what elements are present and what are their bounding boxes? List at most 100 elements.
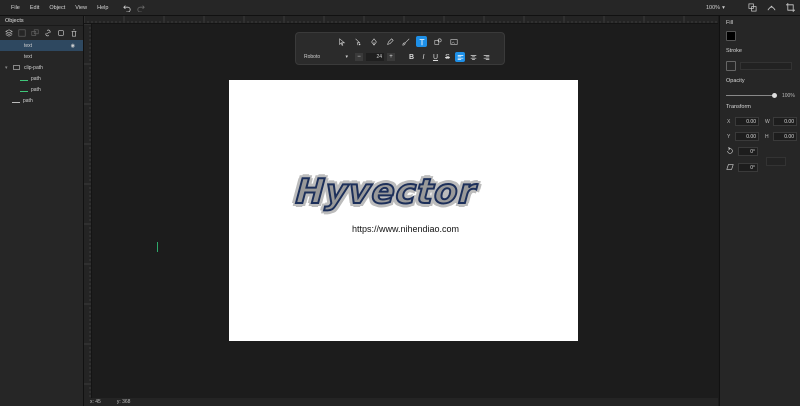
menu-object[interactable]: Object bbox=[44, 0, 70, 16]
stroke-color-swatch[interactable] bbox=[726, 61, 736, 71]
crop-icon[interactable] bbox=[786, 3, 795, 12]
text-tool[interactable] bbox=[416, 36, 427, 47]
chevron-down-icon: ▾ bbox=[345, 54, 348, 60]
w-label: W bbox=[765, 119, 770, 125]
url-text[interactable]: https://www.nihendiao.com bbox=[352, 224, 459, 234]
layer-row[interactable]: text ◉ bbox=[0, 40, 83, 51]
layer-label: path bbox=[23, 97, 33, 104]
x-label: X bbox=[727, 119, 731, 125]
path-icon bbox=[20, 88, 28, 92]
node-pointer-icon bbox=[354, 38, 360, 45]
layer-label: clip-path bbox=[24, 64, 43, 71]
align-left-button[interactable] bbox=[455, 52, 465, 62]
node-tool[interactable] bbox=[352, 36, 363, 47]
trash-icon[interactable] bbox=[70, 29, 78, 37]
image-tool[interactable] bbox=[448, 36, 459, 47]
boolean-icon[interactable] bbox=[748, 3, 757, 12]
layer-row[interactable]: ▾ clip-path bbox=[0, 62, 83, 73]
stroke-width-input[interactable] bbox=[740, 62, 792, 70]
hyvector-logo-text[interactable]: Hyvector bbox=[294, 171, 479, 213]
pen-icon bbox=[370, 37, 377, 46]
pen-tool[interactable] bbox=[368, 36, 379, 47]
group-icon[interactable] bbox=[18, 29, 26, 37]
zoom-select[interactable]: 100% ▾ bbox=[706, 0, 725, 16]
history-controls bbox=[123, 4, 146, 12]
bold-button[interactable]: B bbox=[407, 54, 416, 61]
layer-label: path bbox=[31, 75, 41, 82]
opacity-label: Opacity bbox=[726, 78, 745, 84]
vertical-ruler bbox=[84, 24, 92, 398]
main-menu: File Edit Object View Help bbox=[0, 0, 113, 16]
undo-icon[interactable] bbox=[123, 4, 131, 12]
opacity-slider-track[interactable] bbox=[726, 95, 774, 96]
transform-label: Transform bbox=[726, 104, 751, 110]
copy-icon[interactable] bbox=[57, 29, 65, 37]
layers-icon[interactable] bbox=[5, 29, 13, 37]
strikethrough-button[interactable]: S bbox=[443, 54, 452, 61]
link-icon[interactable] bbox=[44, 29, 52, 37]
redo-icon[interactable] bbox=[137, 4, 146, 12]
align-right-button[interactable] bbox=[481, 52, 491, 62]
clip-path-icon bbox=[13, 65, 20, 70]
layer-label: path bbox=[31, 86, 41, 93]
pointer-icon bbox=[338, 37, 345, 45]
path-edit-icon[interactable] bbox=[767, 3, 776, 12]
pencil-tool[interactable] bbox=[384, 36, 395, 47]
menu-file[interactable]: File bbox=[6, 0, 25, 16]
font-size-input[interactable]: 24 bbox=[366, 53, 384, 61]
y-input[interactable]: 0.00 bbox=[735, 132, 759, 141]
properties-panel: Fill Stroke Opacity 100% Transform X 0.0… bbox=[719, 16, 800, 406]
select-tool[interactable] bbox=[336, 36, 347, 47]
opacity-value[interactable]: 100% bbox=[782, 93, 795, 99]
skew-input[interactable]: 0° bbox=[738, 163, 758, 172]
path-icon bbox=[20, 77, 28, 81]
menu-help[interactable]: Help bbox=[92, 0, 113, 16]
horizontal-ruler bbox=[84, 16, 718, 24]
underline-button[interactable]: U bbox=[431, 54, 440, 61]
font-family-select[interactable]: Roboto ▾ bbox=[304, 54, 352, 60]
duplicate-icon[interactable] bbox=[31, 29, 39, 37]
align-center-button[interactable] bbox=[468, 52, 478, 62]
flip-button[interactable] bbox=[766, 157, 786, 166]
stroke-label: Stroke bbox=[726, 48, 742, 54]
ruler-ticks bbox=[84, 16, 717, 23]
layer-row[interactable]: path bbox=[0, 95, 83, 106]
layer-row[interactable]: path bbox=[0, 84, 83, 95]
align-right-icon bbox=[483, 54, 489, 60]
font-size-increase-button[interactable]: + bbox=[387, 53, 395, 61]
visibility-icon[interactable]: ◉ bbox=[71, 43, 75, 49]
italic-button[interactable]: I bbox=[419, 54, 428, 61]
layer-label: text bbox=[24, 53, 33, 60]
rotate-icon bbox=[727, 147, 733, 154]
shape-tool[interactable] bbox=[432, 36, 443, 47]
top-right-tools bbox=[748, 3, 800, 12]
tool-row bbox=[336, 36, 459, 47]
cursor-x: x: 45 bbox=[90, 399, 101, 405]
expand-toggle-icon[interactable]: ▾ bbox=[5, 65, 13, 71]
text-icon bbox=[419, 38, 424, 45]
fill-label: Fill bbox=[726, 20, 734, 26]
font-size-decrease-button[interactable]: − bbox=[355, 53, 363, 61]
text-format-row: Roboto ▾ − 24 + B I U S bbox=[304, 52, 491, 62]
x-input[interactable]: 0.00 bbox=[735, 117, 759, 126]
chevron-down-icon: ▾ bbox=[722, 5, 725, 11]
brush-icon bbox=[402, 38, 409, 45]
fill-color-swatch[interactable] bbox=[726, 31, 736, 41]
menu-view[interactable]: View bbox=[70, 0, 92, 16]
image-icon bbox=[450, 38, 457, 45]
zoom-value: 100% bbox=[706, 5, 721, 11]
cursor-marker bbox=[157, 242, 158, 252]
menu-edit[interactable]: Edit bbox=[25, 0, 44, 16]
width-input[interactable]: 0.00 bbox=[773, 117, 797, 126]
brush-tool[interactable] bbox=[400, 36, 411, 47]
ruler-ticks bbox=[84, 24, 91, 397]
opacity-slider-handle[interactable] bbox=[771, 93, 777, 98]
layer-row[interactable]: text bbox=[0, 51, 83, 62]
rotation-input[interactable]: 0° bbox=[738, 147, 758, 156]
layer-row[interactable]: path bbox=[0, 73, 83, 84]
align-center-icon bbox=[470, 54, 476, 60]
status-bar: x: 45 y: 368 bbox=[84, 398, 718, 406]
height-input[interactable]: 0.00 bbox=[773, 132, 797, 141]
layer-label: text bbox=[24, 42, 33, 49]
align-left-icon bbox=[457, 54, 463, 60]
